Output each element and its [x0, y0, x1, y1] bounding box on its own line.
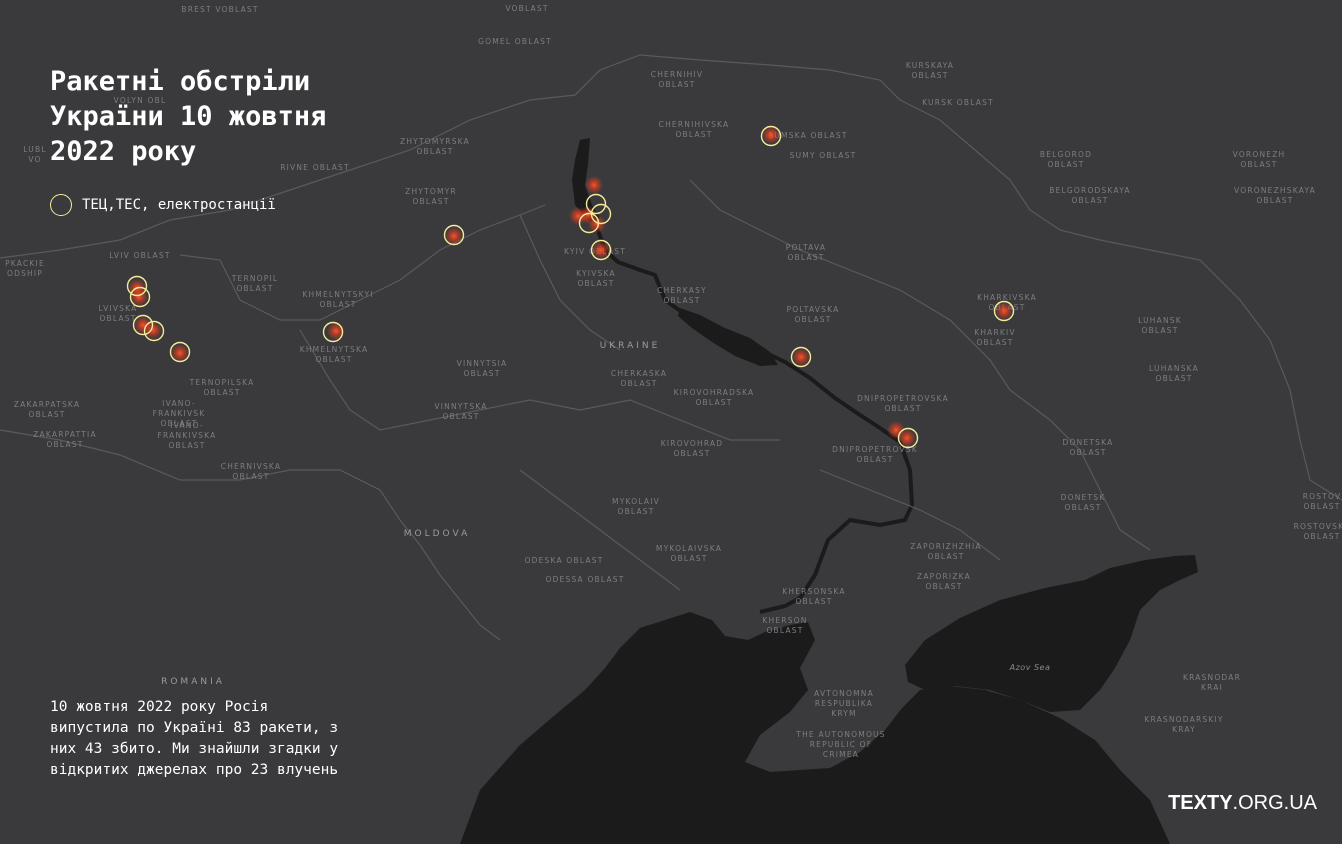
region-label: DONETSKA OBLAST	[1062, 438, 1114, 457]
region-label: BELGOROD OBLAST	[1039, 150, 1093, 169]
region-label: GOMEL OBLAST	[478, 37, 552, 46]
region-label: KHARKIV OBLAST	[974, 328, 1016, 347]
region-label: KHERSONSKA OBLAST	[782, 587, 846, 606]
region-label: DONETSK OBLAST	[1060, 493, 1106, 512]
region-label: ZHYTOMYRSKA OBLAST	[400, 137, 470, 156]
region-label: VORONEZHSKAYA OBLAST	[1234, 186, 1316, 205]
region-label: TERNOPILSKA OBLAST	[189, 378, 255, 397]
region-label: PKACKIE ODSHIP	[5, 259, 45, 278]
country-label: UKRAINE	[599, 341, 661, 351]
region-label: ODESKA OBLAST	[524, 556, 604, 565]
region-label: KURSK OBLAST	[922, 98, 994, 107]
region-label: VINNYTSKA OBLAST	[434, 402, 488, 421]
region-label: LUBL VO	[23, 145, 47, 164]
region-label: KURSKAYA OBLAST	[905, 61, 955, 80]
region-label: CHERKASY OBLAST	[657, 286, 707, 305]
region-label: KHARKIVSKA OBLAST	[977, 293, 1037, 312]
region-label: KHMELNYTSKA OBLAST	[299, 345, 369, 364]
region-label: VINNYTSIA OBLAST	[456, 359, 508, 378]
region-label: LUHANSKA OBLAST	[1149, 364, 1199, 383]
country-label: MOLDOVA	[403, 529, 471, 539]
region-label: DNIPROPETROVSK OBLAST	[832, 445, 918, 464]
region-label: ROSTOVSKA OBLAST	[1293, 522, 1342, 541]
region-label: POLTAVSKA OBLAST	[786, 305, 840, 324]
region-label: IVANO- FRANKIVSKA OBLAST	[157, 421, 217, 450]
region-label: ROSTOV OBLAST	[1302, 492, 1342, 511]
legend: ТЕЦ,ТЕС, електростанції	[50, 194, 276, 216]
region-label: ZAPORIZKA OBLAST	[917, 572, 971, 591]
brand-name: TEXTY	[1168, 792, 1233, 814]
region-label: KHERSON OBLAST	[762, 616, 808, 635]
region-label: KHMELNYTSKYI OBLAST	[302, 290, 374, 309]
region-label: ZAKARPATSKA OBLAST	[13, 400, 81, 419]
region-label: ODESSA OBLAST	[545, 575, 625, 584]
region-label: ZAPORIZHZHIA OBLAST	[910, 542, 982, 561]
region-label: MYKOLAIV OBLAST	[612, 497, 660, 516]
region-label: CHERKASKA OBLAST	[610, 369, 668, 388]
map-title: Ракетні обстріли України 10 жовтня 2022 …	[50, 66, 327, 167]
region-label: KIROVOHRADSKA OBLAST	[673, 388, 755, 407]
brand-logo[interactable]: TEXTY.ORG.UA	[1168, 792, 1317, 815]
legend-label: ТЕЦ,ТЕС, електростанції	[82, 197, 276, 213]
region-label: CHERNIHIV OBLAST	[650, 70, 704, 89]
region-label: VORONEZH OBLAST	[1232, 150, 1286, 169]
region-label: KYIV OBLAST	[563, 247, 627, 256]
legend-circle-icon	[50, 194, 72, 216]
region-label: LVIV OBLAST	[109, 251, 171, 260]
region-label: AVTONOMNA RESPUBLIKA KRYM	[814, 689, 874, 718]
region-label: DNIPROPETROVSKA OBLAST	[857, 394, 949, 413]
region-label: LUHANSK OBLAST	[1138, 316, 1182, 335]
region-label: KRASNODAR KRAI	[1182, 673, 1242, 692]
sea-label: Azov Sea	[1009, 663, 1051, 672]
region-label: POLTAVA OBLAST	[785, 243, 827, 262]
region-label: CHERNIVSKA OBLAST	[220, 462, 282, 481]
country-label: ROMANIA	[161, 677, 225, 687]
region-label: THE AUTONOMOUS REPUBLIC OF CRIMEA	[796, 730, 886, 759]
region-label: MYKOLAIVSKA OBLAST	[655, 544, 723, 563]
region-label: VOBLAST	[505, 4, 549, 13]
region-label: BREST VOBLAST	[181, 5, 259, 14]
region-label: ZHYTOMYR OBLAST	[405, 187, 457, 206]
region-label: CHERNIHIVSKA OBLAST	[658, 120, 730, 139]
region-label: KYIVSKA OBLAST	[576, 269, 616, 288]
region-label: LVIVSKA OBLAST	[98, 304, 138, 323]
region-label: BELGORODSKAYA OBLAST	[1049, 186, 1131, 205]
region-label: SUMY OBLAST	[789, 151, 857, 160]
region-label: TERNOPIL OBLAST	[231, 274, 279, 293]
region-label: KIROVOHRAD OBLAST	[660, 439, 724, 458]
region-label: KRASNODARSKIY KRAY	[1144, 715, 1224, 734]
region-label: ZAKARPATTIA OBLAST	[33, 430, 97, 449]
brand-domain: .ORG.UA	[1232, 792, 1317, 814]
description-text: 10 жовтня 2022 року Росія випустила по У…	[50, 699, 339, 778]
